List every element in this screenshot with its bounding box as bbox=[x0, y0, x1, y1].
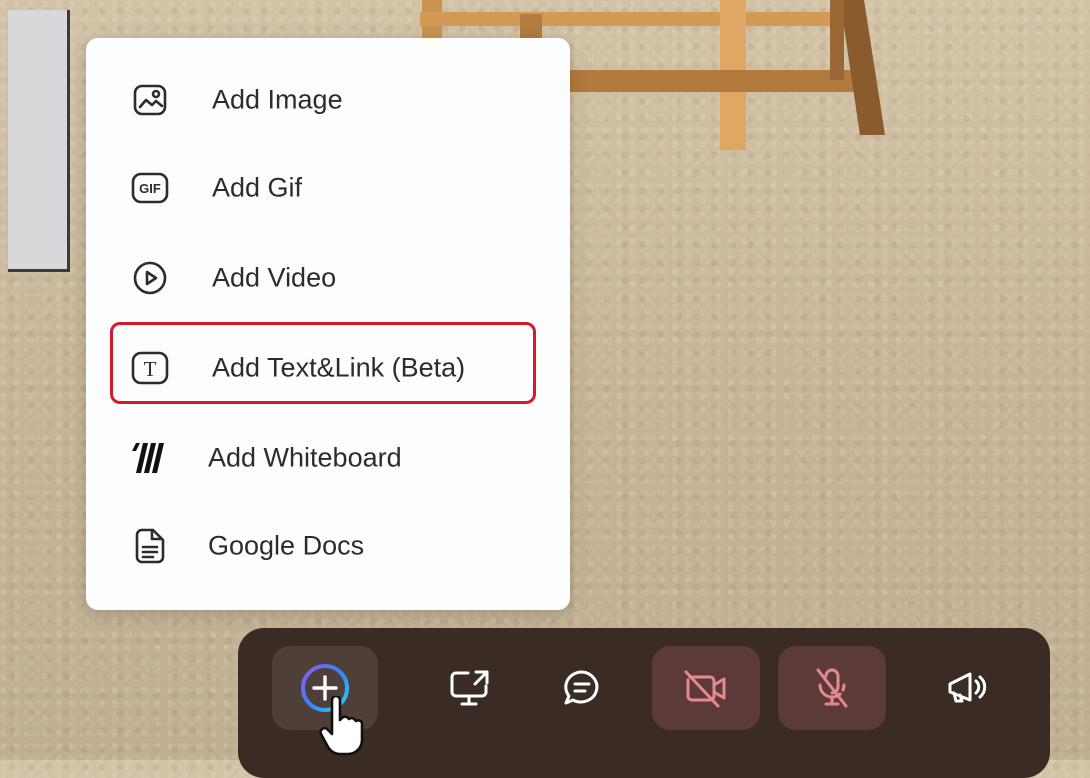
announce-button[interactable] bbox=[918, 648, 1018, 728]
image-icon bbox=[130, 80, 170, 120]
highlight-box bbox=[110, 322, 536, 404]
menu-item-label: Add Whiteboard bbox=[208, 442, 402, 473]
menu-item-label: Add Gif bbox=[212, 172, 303, 203]
menu-item-label: Google Docs bbox=[208, 530, 365, 561]
document-icon bbox=[130, 526, 170, 566]
mic-off-icon bbox=[816, 668, 848, 708]
play-circle-icon bbox=[130, 258, 170, 298]
megaphone-icon bbox=[948, 672, 987, 703]
svg-text:GIF: GIF bbox=[139, 181, 161, 196]
miro-logo-icon bbox=[130, 438, 170, 478]
menu-item-add-image[interactable]: Add Image bbox=[86, 56, 570, 144]
menu-item-add-whiteboard[interactable]: Add Whiteboard bbox=[86, 414, 570, 502]
screen-share-icon bbox=[450, 670, 489, 706]
hand-cursor-icon bbox=[319, 696, 364, 756]
chat-button[interactable] bbox=[532, 648, 632, 728]
menu-item-google-docs[interactable]: Google Docs bbox=[86, 502, 570, 590]
mic-toggle-button[interactable] bbox=[778, 646, 886, 730]
menu-item-add-video[interactable]: Add Video bbox=[86, 234, 570, 322]
whiteboard-frame bbox=[8, 10, 70, 272]
chat-icon bbox=[564, 670, 599, 705]
bottom-toolbar bbox=[238, 628, 1050, 778]
camera-off-icon bbox=[684, 670, 726, 708]
screen-share-button[interactable] bbox=[420, 648, 520, 728]
menu-item-add-gif[interactable]: GIF Add Gif bbox=[86, 144, 570, 232]
camera-toggle-button[interactable] bbox=[652, 646, 760, 730]
menu-item-label: Add Image bbox=[212, 84, 343, 115]
gif-icon: GIF bbox=[130, 168, 170, 208]
menu-item-label: Add Video bbox=[212, 262, 337, 293]
